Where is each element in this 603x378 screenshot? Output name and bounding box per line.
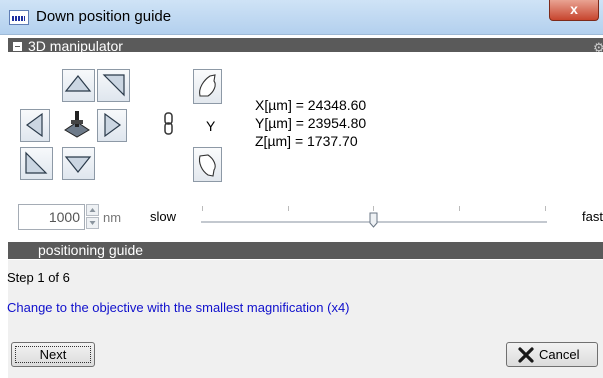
slider-thumb-icon bbox=[369, 212, 378, 228]
x-coordinate: X[µm] = 24348.60 bbox=[255, 97, 367, 113]
step-size-spinner[interactable] bbox=[86, 204, 99, 230]
positioning-guide-header: positioning guide bbox=[8, 242, 603, 259]
chain-link-icon bbox=[164, 112, 173, 135]
fast-label: fast bbox=[582, 209, 603, 224]
move-up-button[interactable] bbox=[62, 69, 95, 102]
close-icon bbox=[518, 347, 534, 363]
app-icon bbox=[9, 10, 29, 25]
collapse-icon[interactable] bbox=[13, 42, 22, 51]
move-diagonal-up-right-button[interactable] bbox=[97, 69, 130, 102]
move-diagonal-down-left-button[interactable] bbox=[20, 147, 53, 180]
manipulator-panel: Y X[µm] = 24348.60 Y[µm] = 23954.80 Z[µm… bbox=[8, 52, 603, 242]
step-counter: Step 1 of 6 bbox=[7, 270, 70, 285]
move-down-button[interactable] bbox=[62, 147, 95, 180]
arrow-right-icon bbox=[104, 112, 122, 138]
move-left-button[interactable] bbox=[20, 109, 50, 142]
step-size-input[interactable]: 1000 bbox=[18, 204, 85, 230]
slider-tick bbox=[373, 206, 374, 211]
rotate-down-button[interactable] bbox=[193, 147, 222, 182]
speed-slider-thumb[interactable] bbox=[369, 212, 378, 228]
spin-up-icon[interactable] bbox=[86, 204, 99, 216]
next-button[interactable]: Next bbox=[11, 342, 95, 367]
z-coordinate: Z[µm] = 1737.70 bbox=[255, 133, 358, 149]
stage-center-button[interactable] bbox=[62, 108, 92, 138]
dialog-window: Down position guide x 3D manipulator ⚙ Y… bbox=[0, 0, 603, 378]
arrow-up-icon bbox=[64, 75, 92, 92]
y-coordinate: Y[µm] = 23954.80 bbox=[255, 115, 367, 131]
cancel-button[interactable]: Cancel bbox=[506, 342, 598, 367]
link-toggle[interactable] bbox=[163, 112, 175, 136]
slider-tick bbox=[459, 206, 460, 211]
slow-label: slow bbox=[150, 209, 177, 224]
cancel-button-label: Cancel bbox=[539, 347, 580, 362]
instruction-text: Change to the objective with the smalles… bbox=[7, 300, 350, 315]
stage-icon bbox=[64, 111, 90, 138]
arrow-left-icon bbox=[25, 112, 43, 138]
axis-label: Y bbox=[206, 118, 216, 134]
positioning-guide-title: positioning guide bbox=[38, 242, 144, 258]
arrow-down-icon bbox=[64, 156, 92, 173]
spin-down-icon[interactable] bbox=[86, 217, 99, 229]
next-button-label: Next bbox=[39, 347, 67, 362]
diagonal-down-left-icon bbox=[25, 151, 48, 174]
rotate-down-icon bbox=[198, 154, 216, 177]
slider-tick bbox=[202, 206, 203, 211]
slider-tick bbox=[288, 206, 289, 211]
title-bar: Down position guide x bbox=[0, 0, 603, 35]
diagonal-up-right-icon bbox=[102, 74, 125, 97]
move-right-button[interactable] bbox=[97, 109, 127, 142]
rotate-up-icon bbox=[199, 74, 216, 97]
slider-tick bbox=[545, 206, 546, 211]
rotate-up-button[interactable] bbox=[193, 69, 222, 104]
close-button[interactable]: x bbox=[549, 0, 599, 21]
step-unit-label: nm bbox=[103, 210, 122, 225]
window-title: Down position guide bbox=[36, 8, 172, 25]
positioning-guide-panel: Step 1 of 6 Change to the objective with… bbox=[7, 260, 603, 378]
